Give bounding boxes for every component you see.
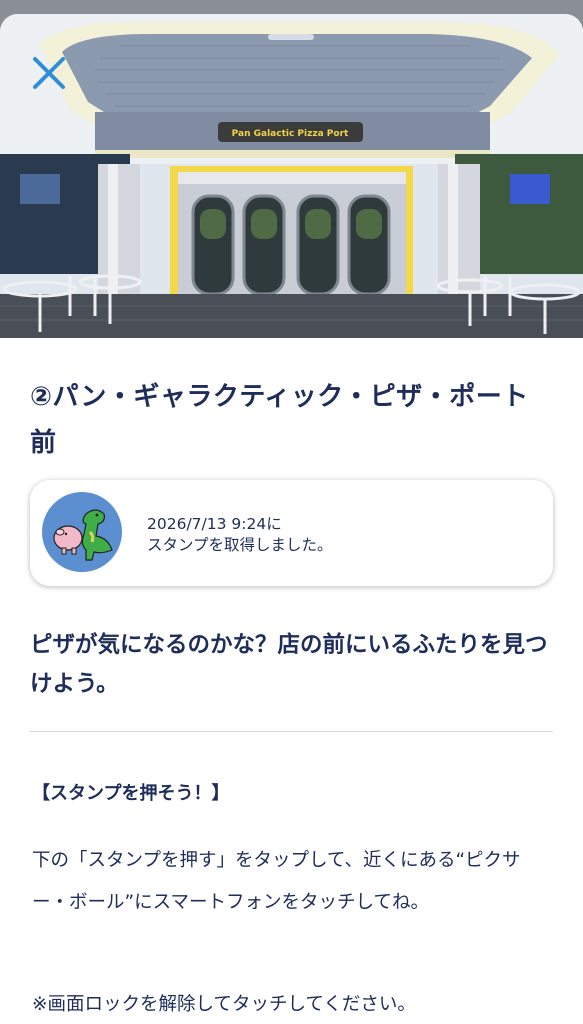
close-button[interactable]: [26, 50, 72, 96]
instructions-note: ※画面ロックを解除してタッチしてください。: [32, 994, 416, 1015]
instructions-body: 下の「スタンプを押す」をタップして、近くにある“ピクサー・ボール”にスマートフォ…: [32, 850, 521, 913]
store-sign-text: Pan Galactic Pizza Port: [232, 129, 349, 139]
storefront-photo: Pan Galactic Pizza Port: [0, 14, 583, 338]
instructions-heading: 【スタンプを押そう！】: [32, 783, 230, 804]
hero-image: Pan Galactic Pizza Port: [0, 14, 583, 338]
stamp-datetime: 2026/7/13 9:24に: [147, 515, 282, 533]
stamp-status-message: スタンプを取得しました。: [147, 536, 333, 554]
spot-title: ②パン・ギャラクティック・ピザ・ポート前: [30, 382, 529, 458]
divider: [30, 731, 553, 732]
stamp-status-text: 2026/7/13 9:24に スタンプを取得しました。: [147, 514, 333, 556]
stamp-status-card: 2026/7/13 9:24に スタンプを取得しました。: [30, 480, 553, 586]
hint-text: ピザが気になるのかな？店の前にいるふたりを見つけよう。: [30, 632, 548, 697]
close-x-icon: [33, 57, 65, 89]
character-stamp-icon: [42, 492, 122, 572]
detail-sheet: Pan Galactic Pizza Port ②パン・ギャラクティック・ピザ・…: [0, 14, 583, 1024]
